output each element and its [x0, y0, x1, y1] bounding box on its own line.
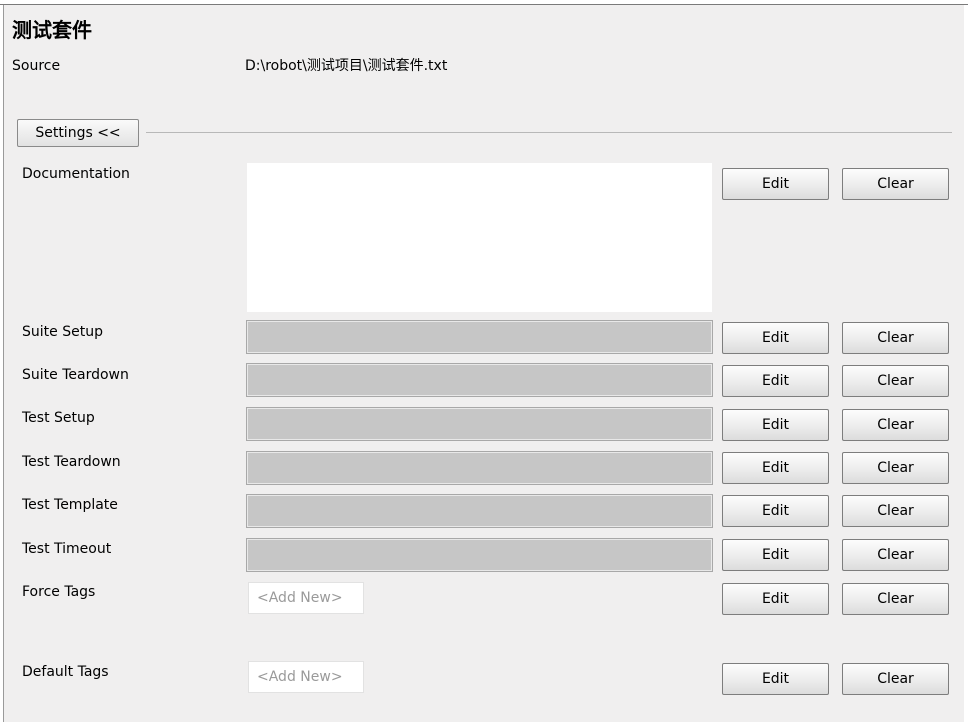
test-teardown-label: Test Teardown — [22, 454, 121, 470]
settings-toggle-button[interactable]: Settings << — [17, 119, 139, 147]
suite-setup-clear-button[interactable]: Clear — [842, 322, 949, 354]
test-teardown-clear-button[interactable]: Clear — [842, 452, 949, 484]
suite-setup-label: Suite Setup — [22, 324, 103, 340]
suite-teardown-label: Suite Teardown — [22, 367, 129, 383]
source-label: Source — [12, 58, 61, 74]
test-timeout-label: Test Timeout — [22, 541, 112, 557]
force-tags-clear-button[interactable]: Clear — [842, 583, 949, 615]
test-teardown-field[interactable] — [246, 451, 713, 485]
test-timeout-clear-button[interactable]: Clear — [842, 539, 949, 571]
suite-teardown-edit-button[interactable]: Edit — [722, 365, 829, 397]
test-timeout-field[interactable] — [246, 538, 713, 572]
default-tags-clear-button[interactable]: Clear — [842, 663, 949, 695]
test-teardown-edit-button[interactable]: Edit — [722, 452, 829, 484]
source-path: D:\robot\测试项目\测试套件.txt — [245, 58, 448, 74]
documentation-label: Documentation — [22, 166, 130, 182]
test-setup-label: Test Setup — [22, 410, 95, 426]
suite-teardown-clear-button[interactable]: Clear — [842, 365, 949, 397]
force-tags-label: Force Tags — [22, 584, 96, 600]
default-tags-edit-button[interactable]: Edit — [722, 663, 829, 695]
suite-setup-edit-button[interactable]: Edit — [722, 322, 829, 354]
documentation-edit-button[interactable]: Edit — [722, 168, 829, 200]
default-tags-label: Default Tags — [22, 664, 109, 680]
test-setup-edit-button[interactable]: Edit — [722, 409, 829, 441]
test-template-clear-button[interactable]: Clear — [842, 495, 949, 527]
suite-teardown-field[interactable] — [246, 363, 713, 397]
test-timeout-edit-button[interactable]: Edit — [722, 539, 829, 571]
force-tags-edit-button[interactable]: Edit — [722, 583, 829, 615]
test-template-field[interactable] — [246, 494, 713, 528]
documentation-clear-button[interactable]: Clear — [842, 168, 949, 200]
suite-setup-field[interactable] — [246, 320, 713, 354]
window-right-edge — [964, 5, 968, 722]
test-template-label: Test Template — [22, 497, 118, 513]
test-template-edit-button[interactable]: Edit — [722, 495, 829, 527]
documentation-field[interactable] — [247, 163, 712, 312]
test-setup-field[interactable] — [246, 407, 713, 441]
page-title: 测试套件 — [12, 18, 92, 42]
default-tags-add-new[interactable]: <Add New> — [248, 661, 364, 693]
settings-divider — [146, 132, 952, 133]
force-tags-add-new[interactable]: <Add New> — [248, 582, 364, 614]
test-setup-clear-button[interactable]: Clear — [842, 409, 949, 441]
